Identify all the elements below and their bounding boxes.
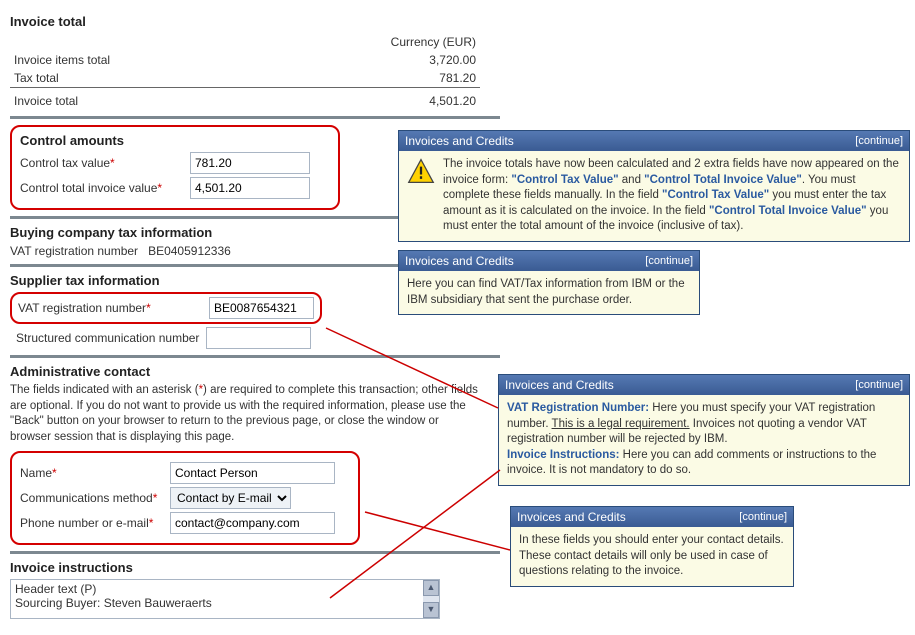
invoice-instructions-heading: Invoice instructions [10, 560, 500, 575]
warning-icon [407, 157, 435, 185]
phone-email-input[interactable] [170, 512, 335, 534]
divider [10, 355, 500, 358]
callout-vat-instructions: Invoices and Credits [continue] VAT Regi… [498, 374, 910, 486]
callout-title: Invoices and Credits [517, 510, 626, 524]
continue-link[interactable]: [continue] [739, 511, 787, 523]
invoice-total-value: 4,501.20 [258, 88, 480, 111]
supplier-vat-input[interactable] [209, 297, 314, 319]
tax-total-label: Tax total [10, 69, 258, 88]
instr-line1: Header text (P) [15, 582, 435, 596]
control-tax-label: Control tax value* [20, 156, 190, 170]
name-input[interactable] [170, 462, 335, 484]
callout-contact-details: Invoices and Credits [continue] In these… [510, 506, 794, 587]
comm-method-select[interactable]: Contact by E-mail [170, 487, 291, 509]
callout-title: Invoices and Credits [405, 254, 514, 268]
invoice-total-label: Invoice total [10, 88, 258, 111]
control-total-input[interactable] [190, 177, 310, 199]
admin-help-text: The fields indicated with an asterisk (*… [10, 383, 480, 445]
name-label: Name* [20, 466, 170, 480]
divider [10, 551, 500, 554]
callout-body: In these fields you should enter your co… [511, 527, 793, 586]
scroll-down-icon[interactable]: ▼ [423, 602, 439, 618]
continue-link[interactable]: [continue] [855, 379, 903, 391]
items-total-value: 3,720.00 [258, 51, 480, 69]
instr-line2: Sourcing Buyer: Steven Bauweraerts [15, 596, 435, 610]
structured-comm-label: Structured communication number [16, 331, 206, 345]
callout-control-amounts: Invoices and Credits [continue] The invo… [398, 130, 910, 242]
callout-title: Invoices and Credits [405, 134, 514, 148]
scroll-up-icon[interactable]: ▲ [423, 580, 439, 596]
phone-email-label: Phone number or e-mail* [20, 516, 170, 530]
invoice-instructions-textarea[interactable]: Header text (P) Sourcing Buyer: Steven B… [10, 579, 440, 619]
invoice-total-heading: Invoice total [10, 14, 500, 29]
tax-total-value: 781.20 [258, 69, 480, 88]
items-total-label: Invoice items total [10, 51, 258, 69]
buying-vat-value: BE0405912336 [148, 244, 231, 258]
callout-body: Here you can find VAT/Tax information fr… [399, 271, 699, 314]
scrollbar[interactable]: ▲ ▼ [423, 580, 439, 618]
control-total-label: Control total invoice value* [20, 181, 190, 195]
admin-contact-heading: Administrative contact [10, 364, 500, 379]
control-amounts-heading: Control amounts [20, 133, 330, 148]
divider [10, 116, 500, 119]
supplier-vat-label: VAT registration number* [18, 301, 203, 315]
continue-link[interactable]: [continue] [855, 135, 903, 147]
currency-header: Currency (EUR) [258, 33, 480, 51]
invoice-totals-table: Currency (EUR) Invoice items total3,720.… [10, 33, 480, 110]
structured-comm-input[interactable] [206, 327, 311, 349]
control-amounts-group: Control amounts Control tax value* Contr… [10, 125, 340, 210]
control-tax-input[interactable] [190, 152, 310, 174]
comm-method-label: Communications method* [20, 491, 170, 505]
buying-vat-label: VAT registration number [10, 244, 138, 258]
continue-link[interactable]: [continue] [645, 255, 693, 267]
callout-buying-tax: Invoices and Credits [continue] Here you… [398, 250, 700, 315]
callout-title: Invoices and Credits [505, 378, 614, 392]
